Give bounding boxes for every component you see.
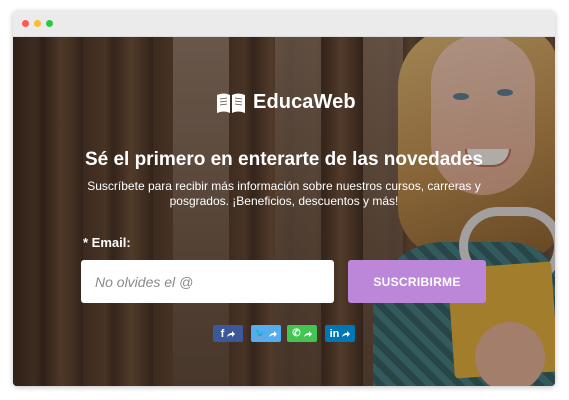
browser-window: EducaWeb Sé el primero en enterarte de l… bbox=[13, 11, 555, 386]
facebook-share-button[interactable]: f bbox=[213, 325, 243, 342]
minimize-window-button[interactable] bbox=[34, 20, 41, 27]
share-arrow-icon bbox=[303, 330, 312, 337]
email-label: * Email: bbox=[83, 235, 131, 250]
page-headline: Sé el primero en enterarte de las noveda… bbox=[84, 149, 484, 170]
linkedin-share-button[interactable]: in bbox=[325, 325, 355, 342]
brand-logo: EducaWeb bbox=[216, 91, 356, 114]
background-overlay bbox=[13, 37, 555, 386]
whatsapp-share-button[interactable]: ✆ bbox=[287, 325, 317, 342]
twitter-share-button[interactable]: 🐦 bbox=[251, 325, 281, 342]
share-arrow-icon bbox=[269, 330, 278, 337]
twitter-share-icon: 🐦 bbox=[254, 328, 267, 338]
close-window-button[interactable] bbox=[22, 20, 29, 27]
brand-name: EducaWeb bbox=[253, 91, 356, 113]
open-book-icon bbox=[217, 93, 245, 113]
linkedin-share-icon: in bbox=[329, 327, 340, 340]
share-arrow-icon bbox=[342, 330, 351, 337]
email-field[interactable] bbox=[81, 260, 334, 303]
facebook-share-icon: f bbox=[220, 327, 225, 340]
share-arrow-icon bbox=[227, 330, 236, 337]
subscribe-button[interactable]: SUSCRIBIRME bbox=[348, 260, 486, 303]
newsletter-hero: EducaWeb Sé el primero en enterarte de l… bbox=[13, 37, 555, 386]
zoom-window-button[interactable] bbox=[46, 20, 53, 27]
window-titlebar bbox=[13, 11, 555, 37]
page-subtitle: Suscríbete para recibir más información … bbox=[87, 179, 481, 208]
whatsapp-share-icon: ✆ bbox=[292, 328, 301, 339]
